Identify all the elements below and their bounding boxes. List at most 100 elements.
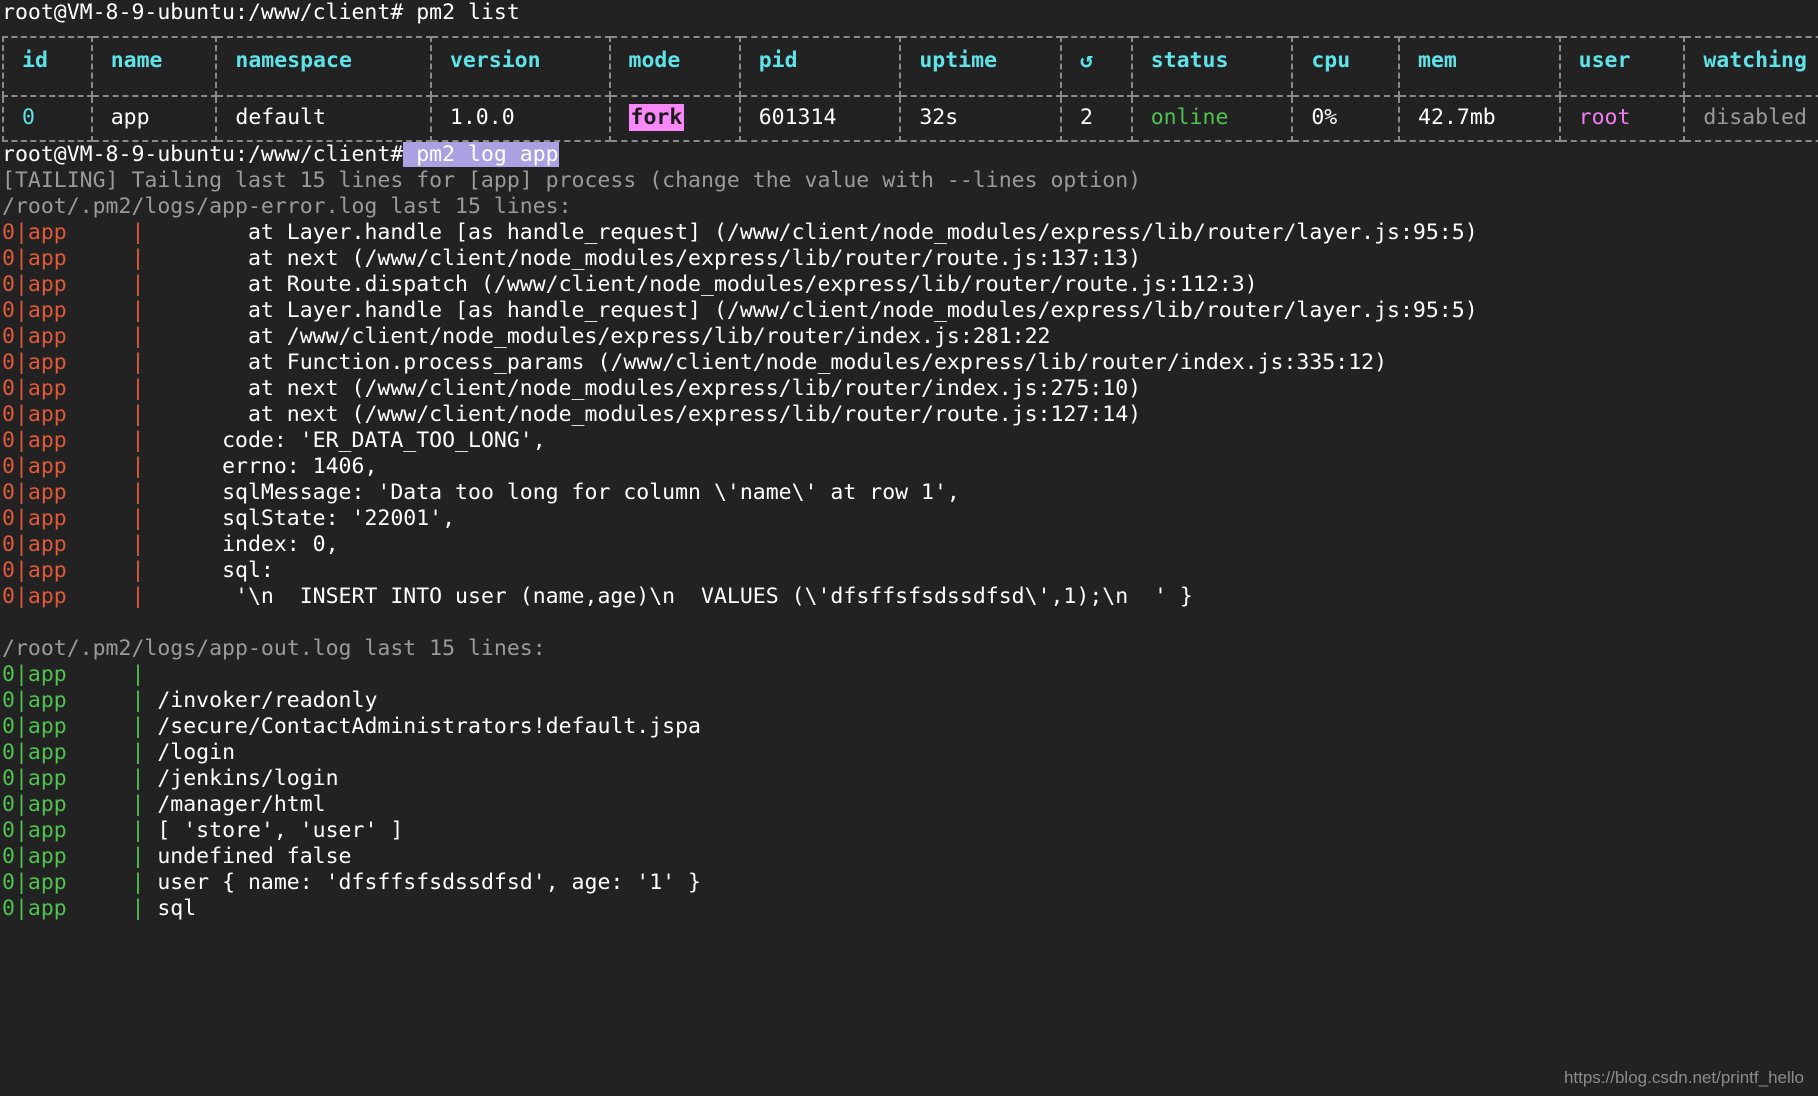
log-line-prefix: 0|app | xyxy=(2,506,158,531)
table-header-row: id name namespace version mode pid uptim… xyxy=(2,36,1818,97)
log-line-text: at /www/client/node_modules/express/lib/… xyxy=(157,324,1051,349)
log-line-text: at Function.process_params (/www/client/… xyxy=(157,350,1388,375)
log-line: 0|app | '\n INSERT INTO user (name,age)\… xyxy=(0,584,1818,610)
cell-name: app xyxy=(90,95,218,142)
log-line-prefix: 0|app | xyxy=(2,766,158,791)
log-line: 0|app | xyxy=(0,662,1818,688)
log-line-text: errno: 1406, xyxy=(157,454,378,479)
cell-user: root xyxy=(1558,95,1686,142)
watermark: https://blog.csdn.net/printf_hello xyxy=(1563,1068,1804,1087)
log-line: 0|app | /login xyxy=(0,740,1818,766)
log-line-prefix: 0|app | xyxy=(2,870,158,895)
log-line-prefix: 0|app | xyxy=(2,844,158,869)
log-line-prefix: 0|app | xyxy=(2,272,158,297)
col-header-namespace: namespace xyxy=(215,36,432,97)
status-badge: online xyxy=(1130,95,1294,142)
log-line-text: undefined false xyxy=(157,844,352,869)
terminal-window[interactable]: root@VM-8-9-ubuntu:/www/client# pm2 list… xyxy=(0,0,1818,1096)
command-pm2-list: pm2 list xyxy=(403,0,520,25)
log-line: 0|app | index: 0, xyxy=(0,532,1818,558)
log-line: 0|app | undefined false xyxy=(0,844,1818,870)
log-line-prefix: 0|app | xyxy=(2,376,158,401)
log-line: 0|app | sql xyxy=(0,896,1818,922)
log-line-prefix: 0|app | xyxy=(2,584,158,609)
cell-uptime: 32s xyxy=(899,95,1062,142)
log-line-text: /secure/ContactAdministrators!default.js… xyxy=(157,714,701,739)
log-line-prefix: 0|app | xyxy=(2,740,158,765)
log-line-prefix: 0|app | xyxy=(2,896,158,921)
shell-prompt: root@VM-8-9-ubuntu:/www/client# xyxy=(2,0,404,25)
log-line-text: at next (/www/client/node_modules/expres… xyxy=(157,246,1142,271)
out-log-header: /root/.pm2/logs/app-out.log last 15 line… xyxy=(2,636,546,661)
log-line-text: '\n INSERT INTO user (name,age)\n VALUES… xyxy=(157,584,1193,609)
log-line-prefix: 0|app | xyxy=(2,480,158,505)
log-line-prefix: 0|app | xyxy=(2,532,158,557)
log-line-text: code: 'ER_DATA_TOO_LONG', xyxy=(157,428,546,453)
col-header-mode: mode xyxy=(608,36,741,97)
log-line: 0|app | at Layer.handle [as handle_reque… xyxy=(0,298,1818,324)
log-line-text: index: 0, xyxy=(157,532,339,557)
log-line-prefix: 0|app | xyxy=(2,324,158,349)
restart-count-icon: ↺ xyxy=(1059,36,1133,97)
tailing-notice: [TAILING] Tailing last 15 lines for [app… xyxy=(2,168,1142,193)
cell-version: 1.0.0 xyxy=(429,95,611,142)
log-line: 0|app | at next (/www/client/node_module… xyxy=(0,402,1818,428)
mode-badge-fork: fork xyxy=(628,104,685,131)
log-line: 0|app | sqlState: '22001', xyxy=(0,506,1818,532)
log-line-prefix: 0|app | xyxy=(2,220,158,245)
cell-namespace: default xyxy=(215,95,432,142)
log-line: 0|app | user { name: 'dfsffsfsdssdfsd', … xyxy=(0,870,1818,896)
log-line: 0|app | at next (/www/client/node_module… xyxy=(0,376,1818,402)
log-line-prefix: 0|app | xyxy=(2,402,158,427)
shell-prompt-2: root@VM-8-9-ubuntu:/www/client# xyxy=(2,142,404,167)
log-line-text: at Route.dispatch (/www/client/node_modu… xyxy=(157,272,1258,297)
log-line: 0|app | at Layer.handle [as handle_reque… xyxy=(0,220,1818,246)
log-line-prefix: 0|app | xyxy=(2,428,158,453)
log-line: 0|app | at next (/www/client/node_module… xyxy=(0,246,1818,272)
prompt-line-2: root@VM-8-9-ubuntu:/www/client# pm2 log … xyxy=(0,142,1818,168)
pm2-process-table: id name namespace version mode pid uptim… xyxy=(2,36,1818,142)
log-line-text: user { name: 'dfsffsfsdssdfsd', age: '1'… xyxy=(157,870,701,895)
cell-watching: disabled xyxy=(1683,95,1818,142)
log-line-text: at Layer.handle [as handle_request] (/ww… xyxy=(157,220,1478,245)
col-header-uptime: uptime xyxy=(899,36,1062,97)
log-line-prefix: 0|app | xyxy=(2,246,158,271)
col-header-id: id xyxy=(2,36,93,97)
log-line-prefix: 0|app | xyxy=(2,662,158,687)
log-line-text: [ 'store', 'user' ] xyxy=(157,818,404,843)
log-line-text: at next (/www/client/node_modules/expres… xyxy=(157,402,1142,427)
log-line: 0|app | /invoker/readonly xyxy=(0,688,1818,714)
cell-id: 0 xyxy=(2,95,93,142)
col-header-mem: mem xyxy=(1398,36,1561,97)
col-header-pid: pid xyxy=(738,36,902,97)
error-log-output: 0|app | at Layer.handle [as handle_reque… xyxy=(0,220,1818,610)
cell-mem: 42.7mb xyxy=(1398,95,1561,142)
log-line-text: /invoker/readonly xyxy=(157,688,378,713)
col-header-status: status xyxy=(1130,36,1294,97)
log-section-spacer xyxy=(0,610,1818,636)
log-line-text: sqlState: '22001', xyxy=(157,506,456,531)
log-line-text: /login xyxy=(157,740,236,765)
log-line-text: sql: xyxy=(157,558,274,583)
col-header-version: version xyxy=(429,36,611,97)
log-line-text: at Layer.handle [as handle_request] (/ww… xyxy=(157,298,1478,323)
log-line-prefix: 0|app | xyxy=(2,818,158,843)
command-pm2-log-app-selected[interactable]: pm2 log app xyxy=(403,142,559,167)
log-line-prefix: 0|app | xyxy=(2,350,158,375)
log-line: 0|app | errno: 1406, xyxy=(0,454,1818,480)
col-header-watching: watching xyxy=(1683,36,1818,97)
log-line: 0|app | at Function.process_params (/www… xyxy=(0,350,1818,376)
col-header-name: name xyxy=(90,36,218,97)
log-line-prefix: 0|app | xyxy=(2,792,158,817)
log-line-prefix: 0|app | xyxy=(2,454,158,479)
log-line: 0|app | sql: xyxy=(0,558,1818,584)
prompt-line-1: root@VM-8-9-ubuntu:/www/client# pm2 list xyxy=(0,0,1818,26)
log-line: 0|app | /secure/ContactAdministrators!de… xyxy=(0,714,1818,740)
cell-mode: fork xyxy=(608,95,741,142)
log-line: 0|app | [ 'store', 'user' ] xyxy=(0,818,1818,844)
log-line-prefix: 0|app | xyxy=(2,688,158,713)
log-line: 0|app | /manager/html xyxy=(0,792,1818,818)
log-line: 0|app | /jenkins/login xyxy=(0,766,1818,792)
log-line-text: sql xyxy=(157,896,197,921)
cell-cpu: 0% xyxy=(1291,95,1401,142)
